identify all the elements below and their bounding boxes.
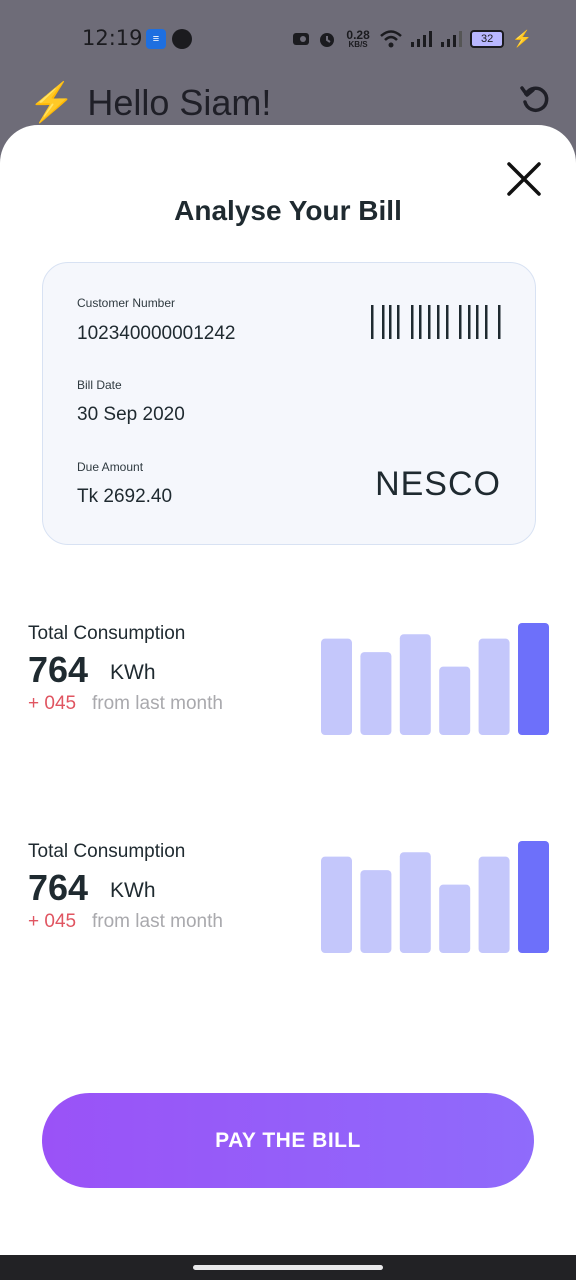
pay-bill-button[interactable]: PAY THE BILL [42,1093,534,1188]
sheet-title: Analyse Your Bill [174,195,402,226]
consumption-delta: + 045 [28,693,77,714]
consumption-bar [360,652,392,735]
consumption-title: Total Consumption [28,841,186,862]
consumption-bar [399,634,431,735]
consumption-value: 764 [28,867,89,908]
status-time: 12:19 [82,26,143,50]
bill-card: Customer Number 102340000001242 Bill Dat… [42,262,536,545]
consumption-block-1: Total Consumption 764 KWh + 045 from las… [28,623,576,743]
battery-icon: 32 [470,30,505,48]
bill-date-label: Bill Date [77,378,122,392]
consumption-from-text: from last month [92,911,223,932]
bill-date-value: 30 Sep 2020 [77,404,185,425]
consumption-unit: KWh [110,661,156,684]
net-speed: 0.28 KB/S [344,29,372,49]
consumption-delta: + 045 [28,911,77,932]
signal-icon-1 [411,31,433,47]
close-icon[interactable] [506,161,542,197]
consumption-bar [478,638,510,735]
consumption-unit: KWh [110,879,156,902]
consumption-block-2: Total Consumption 764 KWh + 045 from las… [28,841,576,961]
consumption-bar [518,623,549,735]
consumption-bar [439,884,471,953]
net-speed-unit: KB/S [348,40,368,49]
barcode-icon [371,305,501,339]
app-notification-icon: ≡ [146,29,166,49]
refresh-icon[interactable] [518,82,552,116]
consumption-bar [321,638,352,735]
consumption-bar [321,856,352,953]
messenger-icon [172,29,192,49]
lightning-icon: ⚡ [28,82,76,124]
home-indicator[interactable] [193,1265,383,1270]
consumption-bar-chart [321,841,549,953]
alarm-icon [320,33,335,47]
system-nav-bar [0,1255,576,1280]
due-amount-label: Due Amount [77,460,144,474]
signal-icon-2 [441,31,463,47]
due-amount-value: Tk 2692.40 [77,486,173,507]
consumption-value: 764 [28,649,89,690]
consumption-bar [518,841,549,953]
provider-logo: NESCO [375,465,501,503]
consumption-bar [360,870,392,953]
greeting-header: ⚡ Hello Siam! [28,78,271,128]
charging-icon: ⚡ [512,31,532,48]
status-right-icons: 0.28 KB/S 32 ⚡ [292,28,532,50]
customer-number-label: Customer Number [77,296,176,310]
customer-number-value: 102340000001242 [77,323,236,344]
consumption-title: Total Consumption [28,623,186,644]
bill-analysis-sheet: Analyse Your Bill Customer Number 102340… [0,125,576,1255]
nfc-icon [293,33,310,45]
wifi-icon [380,30,402,48]
consumption-from-text: from last month [92,693,223,714]
status-bar: 12:19 ≡ 0.28 KB/S 32 ⚡ [0,0,576,78]
consumption-bar [399,852,431,953]
greeting-text: Hello Siam! [87,82,272,123]
consumption-bar-chart [321,623,549,735]
consumption-bar [439,666,471,735]
consumption-bar [478,856,510,953]
